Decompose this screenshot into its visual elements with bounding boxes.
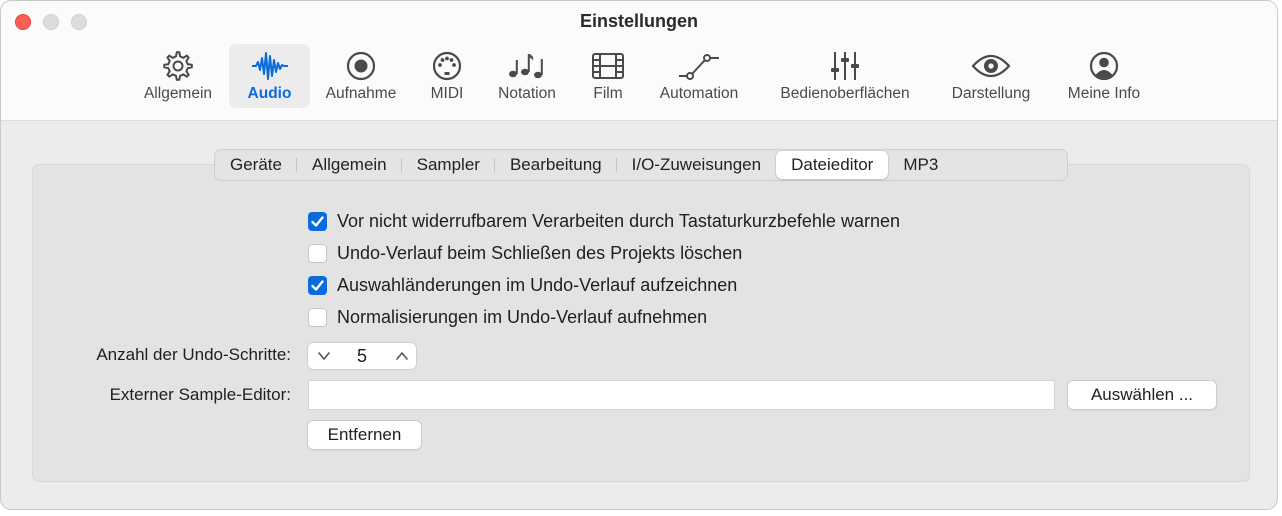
tab-sampler[interactable]: Sampler	[402, 151, 496, 179]
external-editor-path-field[interactable]	[308, 380, 1055, 410]
option-warn-destructive[interactable]: Vor nicht widerrufbarem Verarbeiten durc…	[308, 211, 900, 232]
window-title: Einstellungen	[579, 11, 698, 31]
checkbox-record-normalizations[interactable]	[308, 308, 327, 327]
undo-steps-label: Anzahl der Undo-Schritte:	[96, 345, 291, 364]
choose-button[interactable]: Auswählen ...	[1067, 380, 1217, 410]
toolbar-item-darstellung[interactable]: Darstellung	[944, 44, 1038, 108]
toolbar-label-bedienoberflaechen: Bedienoberflächen	[780, 85, 910, 102]
option-clear-undo-history[interactable]: Undo-Verlauf beim Schließen des Projekts…	[308, 243, 742, 264]
toolbar-label-audio: Audio	[247, 85, 292, 102]
gear-icon	[162, 49, 194, 83]
checkbox-label-record-normalizations: Normalisierungen im Undo-Verlauf aufnehm…	[337, 307, 708, 327]
tab-bar: Geräte Allgemein Sampler Bearbeitung I/O…	[214, 149, 1068, 181]
toolbar-item-allgemein[interactable]: Allgemein	[136, 44, 220, 108]
checkbox-label-clear-undo-history: Undo-Verlauf beim Schließen des Projekts…	[337, 243, 743, 263]
toolbar-item-meine-info[interactable]: Meine Info	[1059, 44, 1149, 108]
toolbar-item-audio[interactable]: Audio	[229, 44, 310, 108]
tab-io-zuweisungen[interactable]: I/O-Zuweisungen	[617, 151, 776, 179]
toolbar-item-film[interactable]: Film	[581, 44, 635, 108]
checkmark-icon	[311, 280, 324, 291]
chevron-up-icon[interactable]	[395, 350, 409, 362]
record-icon	[345, 49, 377, 83]
remove-button[interactable]: Entfernen	[307, 420, 422, 450]
checkbox-label-warn-destructive: Vor nicht widerrufbarem Verarbeiten durc…	[337, 211, 900, 231]
person-icon	[1088, 49, 1120, 83]
faders-icon	[830, 49, 860, 83]
toolbar-label-meine-info: Meine Info	[1067, 85, 1141, 102]
undo-steps-stepper[interactable]: 5	[307, 342, 417, 370]
eye-icon	[971, 49, 1011, 83]
external-editor-label: Externer Sample-Editor:	[109, 385, 291, 404]
toolbar-label-allgemein: Allgemein	[143, 85, 213, 102]
checkbox-record-selection-changes[interactable]	[308, 276, 327, 295]
tab-bearbeitung[interactable]: Bearbeitung	[495, 151, 617, 179]
toolbar-item-midi[interactable]: MIDI	[420, 44, 474, 108]
toolbar: Einstellungen Allgemein Audio Aufnahme M…	[1, 1, 1277, 121]
toolbar-label-darstellung: Darstellung	[951, 85, 1031, 102]
midi-port-icon	[431, 49, 463, 83]
waveform-icon	[251, 49, 289, 83]
toolbar-label-midi: MIDI	[430, 85, 464, 102]
toolbar-label-aufnahme: Aufnahme	[325, 85, 397, 102]
tab-allgemein[interactable]: Allgemein	[297, 151, 402, 179]
checkbox-clear-undo-history[interactable]	[308, 244, 327, 263]
tab-dateieditor[interactable]: Dateieditor	[776, 151, 889, 179]
tab-mp3[interactable]: MP3	[888, 151, 953, 179]
music-notes-icon	[508, 49, 546, 83]
checkmark-icon	[311, 216, 324, 227]
toolbar-label-film: Film	[593, 85, 623, 102]
settings-window: Einstellungen Allgemein Audio Aufnahme M…	[0, 0, 1278, 510]
automation-curve-icon	[678, 49, 720, 83]
toolbar-label-notation: Notation	[498, 85, 556, 102]
option-record-normalizations[interactable]: Normalisierungen im Undo-Verlauf aufnehm…	[308, 307, 707, 328]
checkbox-label-record-selection-changes: Auswahländerungen im Undo-Verlauf aufzei…	[337, 275, 738, 295]
film-icon	[591, 49, 625, 83]
checkbox-warn-destructive[interactable]	[308, 212, 327, 231]
toolbar-item-notation[interactable]: Notation	[490, 44, 564, 108]
toolbar-item-automation[interactable]: Automation	[651, 44, 747, 108]
toolbar-item-bedienoberflaechen[interactable]: Bedienoberflächen	[767, 44, 923, 108]
toolbar-label-automation: Automation	[659, 85, 739, 102]
option-record-selection-changes[interactable]: Auswahländerungen im Undo-Verlauf aufzei…	[308, 275, 737, 296]
tab-geraete[interactable]: Geräte	[215, 151, 297, 179]
toolbar-item-aufnahme[interactable]: Aufnahme	[318, 44, 404, 108]
